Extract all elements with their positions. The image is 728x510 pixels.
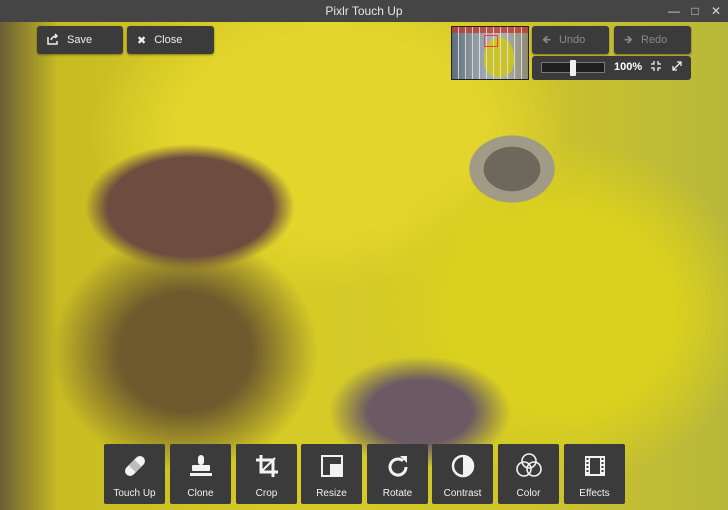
navigator-thumbnail[interactable] [451,26,529,80]
rotate-icon [367,452,428,480]
crop-icon [236,452,297,480]
color-circles-icon [498,452,559,480]
bandage-icon [104,452,165,480]
tool-color[interactable]: Color [498,444,559,504]
tool-effects[interactable]: Effects [564,444,625,504]
tool-clone[interactable]: Clone [170,444,231,504]
redo-label: Redo [640,34,668,46]
tool-touch-up[interactable]: Touch Up [104,444,165,504]
tool-contrast[interactable]: Contrast [432,444,493,504]
zoom-panel: 100% [532,56,691,80]
tool-label: Effects [579,488,610,499]
tool-rotate[interactable]: Rotate [367,444,428,504]
close-window-icon[interactable]: ✕ [708,3,724,19]
close-icon: ✖ [137,34,147,47]
tool-label: Clone [187,488,214,499]
title-bar: Pixlr Touch Up — □ ✕ [0,0,728,22]
minimize-icon[interactable]: — [666,3,682,19]
tool-label: Touch Up [113,488,156,499]
maximize-icon[interactable]: □ [687,3,703,19]
redo-button[interactable]: 🡺 Redo [614,26,691,54]
stamp-icon [170,452,231,480]
save-button[interactable]: Save [37,26,123,54]
contrast-icon [432,452,493,480]
close-label: Close [154,34,183,46]
fullscreen-icon[interactable] [670,60,684,74]
close-button[interactable]: ✖ Close [127,26,214,54]
viewport-indicator[interactable] [484,35,498,47]
share-icon [47,32,59,48]
zoom-level: 100% [614,61,643,73]
tool-label: Contrast [443,488,482,499]
tool-resize[interactable]: Resize [301,444,362,504]
tool-crop[interactable]: Crop [236,444,297,504]
resize-icon [301,452,362,480]
photo-canvas[interactable] [0,22,728,510]
tool-label: Color [516,488,541,499]
arrow-right-icon: 🡺 [624,33,633,46]
window-title: Pixlr Touch Up [325,4,403,18]
tool-label: Rotate [382,488,413,499]
tool-label: Crop [255,488,278,499]
save-label: Save [67,34,93,46]
zoom-slider-knob[interactable] [570,60,576,76]
undo-button[interactable]: 🡸 Undo [532,26,609,54]
undo-label: Undo [558,34,586,46]
tool-label: Resize [316,488,347,499]
fit-screen-icon[interactable] [649,60,663,74]
film-strip-icon [564,452,625,480]
arrow-left-icon: 🡸 [542,33,551,46]
zoom-slider[interactable] [541,60,605,76]
